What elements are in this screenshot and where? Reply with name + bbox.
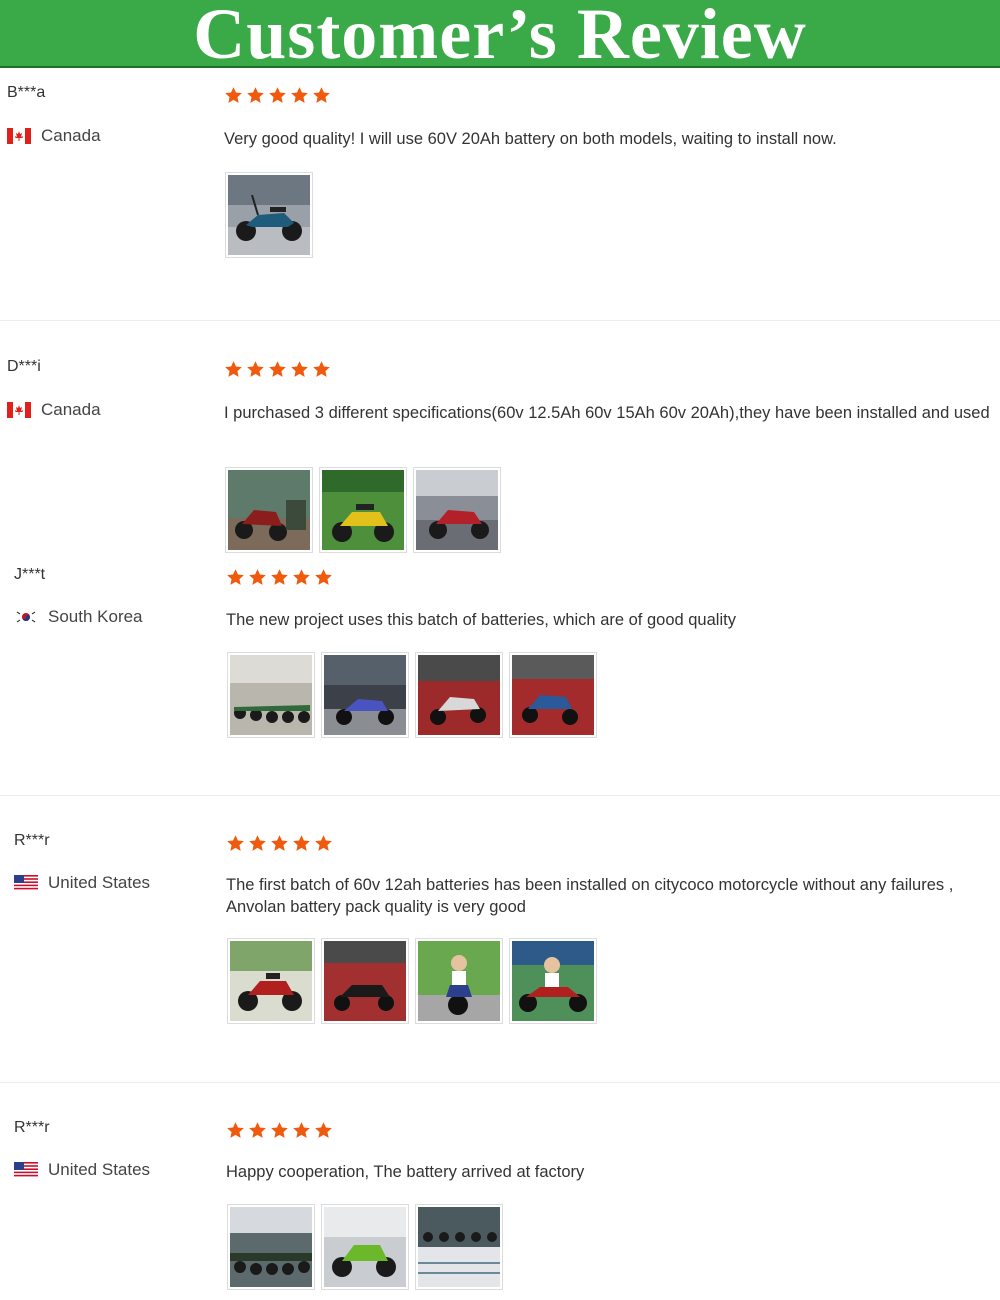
review-photo[interactable] <box>227 652 315 738</box>
star-icon <box>291 361 308 377</box>
us-flag-icon <box>14 875 38 891</box>
scooter-photo-icon <box>512 941 594 1021</box>
scooter-photo-icon <box>324 655 406 735</box>
review-photo[interactable] <box>509 652 597 738</box>
scooter-photo-icon <box>228 175 310 255</box>
review-photos <box>225 467 501 553</box>
star-rating <box>226 834 333 853</box>
star-icon <box>291 87 308 103</box>
review-comment: Very good quality! I will use 60V 20Ah b… <box>224 130 837 148</box>
star-icon <box>227 569 244 585</box>
review-photos <box>225 172 313 258</box>
review-photo[interactable] <box>509 938 597 1024</box>
review-comment: The first batch of 60v 12ah batteries ha… <box>226 876 954 916</box>
review-photo[interactable] <box>225 467 313 553</box>
star-icon <box>315 569 332 585</box>
reviewer-name: R***r <box>14 1119 50 1136</box>
country-label: Canada <box>41 400 101 419</box>
review-photo[interactable] <box>227 1204 315 1290</box>
star-icon <box>315 835 332 851</box>
reviewer-name: R***r <box>14 832 50 849</box>
scooter-photo-icon <box>230 941 312 1021</box>
reviewer-country: United States <box>14 873 150 893</box>
review-photo[interactable] <box>415 1204 503 1290</box>
review-photo[interactable] <box>321 1204 409 1290</box>
star-icon <box>271 1122 288 1138</box>
star-icon <box>227 835 244 851</box>
star-icon <box>271 569 288 585</box>
review-photos <box>227 652 597 738</box>
star-icon <box>269 87 286 103</box>
review-banner: Customer’s Review <box>0 0 1000 74</box>
reviewer-country: Canada <box>7 126 101 146</box>
canada-flag-icon <box>7 402 31 418</box>
country-label: South Korea <box>48 607 143 626</box>
scooter-photo-icon <box>322 470 404 550</box>
scooter-photo-icon <box>230 1207 312 1287</box>
scooter-photo-icon <box>418 1207 500 1287</box>
canada-flag-icon <box>7 128 31 144</box>
reviewer-name: B***a <box>7 84 46 101</box>
scooter-photo-icon <box>230 655 312 735</box>
star-icon <box>269 361 286 377</box>
scooter-photo-icon <box>416 470 498 550</box>
star-icon <box>247 87 264 103</box>
review-photo[interactable] <box>227 938 315 1024</box>
star-rating <box>226 568 333 587</box>
reviewer-country: South Korea <box>14 607 143 627</box>
review-photo[interactable] <box>415 652 503 738</box>
star-rating <box>224 360 331 379</box>
review-comment: I purchased 3 different specifications(6… <box>224 404 990 422</box>
star-icon <box>227 1122 244 1138</box>
reviewer-name: D***i <box>7 358 41 375</box>
review-divider <box>0 1082 1000 1083</box>
scooter-photo-icon <box>228 470 310 550</box>
star-icon <box>315 1122 332 1138</box>
review-comment: The new project uses this batch of batte… <box>226 611 736 629</box>
star-icon <box>225 87 242 103</box>
star-icon <box>271 835 288 851</box>
review-photo[interactable] <box>413 467 501 553</box>
star-icon <box>293 569 310 585</box>
star-icon <box>247 361 264 377</box>
scooter-photo-icon <box>324 941 406 1021</box>
star-icon <box>313 361 330 377</box>
star-icon <box>293 1122 310 1138</box>
star-icon <box>313 87 330 103</box>
banner-title: Customer’s Review <box>193 0 807 74</box>
south-korea-flag-icon <box>14 609 38 625</box>
scooter-photo-icon <box>324 1207 406 1287</box>
star-rating <box>224 86 331 105</box>
scooter-photo-icon <box>512 655 594 735</box>
review-divider <box>0 795 1000 796</box>
review-comment: Happy cooperation, The battery arrived a… <box>226 1163 585 1181</box>
scooter-photo-icon <box>418 941 500 1021</box>
reviewer-country: Canada <box>7 400 101 420</box>
star-icon <box>249 1122 266 1138</box>
star-icon <box>225 361 242 377</box>
review-divider <box>0 320 1000 321</box>
review-photo[interactable] <box>319 467 407 553</box>
review-photos <box>227 938 597 1024</box>
country-label: United States <box>48 873 151 892</box>
country-label: United States <box>48 1160 151 1179</box>
scooter-photo-icon <box>418 655 500 735</box>
review-photo[interactable] <box>321 938 409 1024</box>
star-rating <box>226 1121 333 1140</box>
review-photos <box>227 1204 503 1290</box>
us-flag-icon <box>14 1162 38 1178</box>
star-icon <box>249 835 266 851</box>
reviewer-name: J***t <box>14 566 46 583</box>
reviewer-country: United States <box>14 1160 150 1180</box>
country-label: Canada <box>41 126 101 145</box>
star-icon <box>249 569 266 585</box>
review-photo[interactable] <box>321 652 409 738</box>
review-photo[interactable] <box>225 172 313 258</box>
review-photo[interactable] <box>415 938 503 1024</box>
star-icon <box>293 835 310 851</box>
